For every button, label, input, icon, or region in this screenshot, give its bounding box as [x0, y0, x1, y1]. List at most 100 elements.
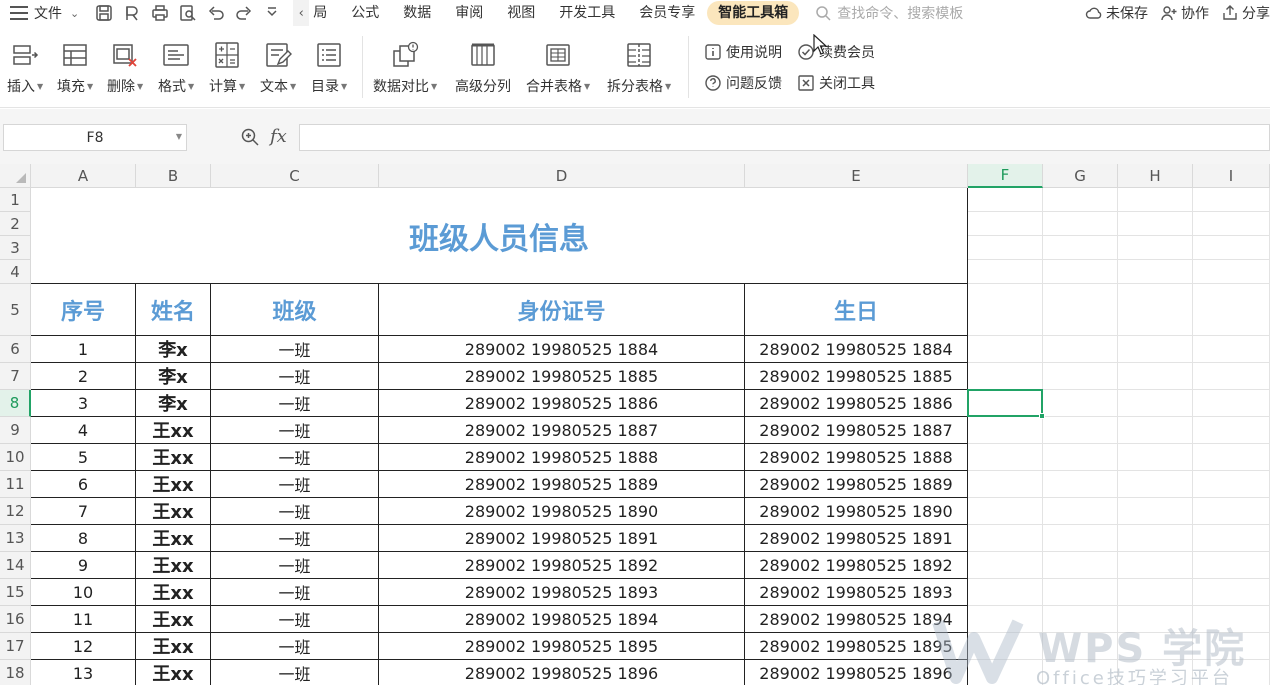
data-cell[interactable]: 12 [31, 633, 136, 660]
data-cell[interactable]: 289002 19980525 1889 [745, 471, 968, 498]
data-cell[interactable]: 李x [136, 336, 211, 363]
data-cell[interactable]: 289002 19980525 1890 [379, 498, 745, 525]
feedback-button[interactable]: 问题反馈 [704, 73, 782, 93]
fill-button[interactable]: 填充 ▼ [57, 40, 93, 96]
tab-developer[interactable]: 开发工具 [547, 1, 627, 25]
row-header-10[interactable]: 10 [0, 444, 31, 471]
data-cell[interactable]: 一班 [211, 633, 379, 660]
data-cell[interactable]: 289002 19980525 1886 [379, 390, 745, 417]
column-header-a[interactable]: A [31, 164, 136, 188]
data-cell[interactable]: 5 [31, 444, 136, 471]
row-header-5[interactable]: 5 [0, 284, 31, 336]
data-cell[interactable]: 8 [31, 525, 136, 552]
data-cell[interactable]: 1 [31, 336, 136, 363]
header-cell[interactable]: 姓名 [136, 284, 211, 336]
row-header-6[interactable]: 6 [0, 336, 31, 363]
row-header-4[interactable]: 4 [0, 260, 31, 284]
data-cell[interactable]: 3 [31, 390, 136, 417]
data-cell[interactable]: 289002 19980525 1896 [379, 660, 745, 685]
insert-button[interactable]: 插入 ▼ [7, 40, 43, 96]
data-cell[interactable]: 王xx [136, 606, 211, 633]
delete-button[interactable]: 删除 ▼ [107, 40, 143, 96]
row-header-9[interactable]: 9 [0, 417, 31, 444]
data-cell[interactable]: 6 [31, 471, 136, 498]
data-cell[interactable]: 289002 19980525 1892 [745, 552, 968, 579]
data-cell[interactable]: 王xx [136, 498, 211, 525]
data-cell[interactable]: 李x [136, 390, 211, 417]
row-header-11[interactable]: 11 [0, 471, 31, 498]
header-cell[interactable]: 身份证号 [379, 284, 745, 336]
data-cell[interactable]: 4 [31, 417, 136, 444]
tab-review[interactable]: 审阅 [443, 1, 495, 25]
data-cell[interactable]: 289002 19980525 1895 [745, 633, 968, 660]
column-header-i[interactable]: I [1193, 164, 1270, 188]
row-header-18[interactable]: 18 [0, 660, 31, 685]
data-cell[interactable]: 10 [31, 579, 136, 606]
data-cell[interactable]: 9 [31, 552, 136, 579]
tab-formulas[interactable]: 公式 [339, 1, 391, 25]
data-cell[interactable]: 一班 [211, 525, 379, 552]
active-cell-selection[interactable] [967, 389, 1045, 419]
data-cell[interactable]: 289002 19980525 1890 [745, 498, 968, 525]
merge-table-button[interactable]: 合并表格 ▼ [526, 40, 590, 96]
data-cell[interactable]: 289002 19980525 1894 [379, 606, 745, 633]
column-header-c[interactable]: C [211, 164, 379, 188]
data-cell[interactable]: 一班 [211, 579, 379, 606]
data-cell[interactable]: 289002 19980525 1896 [745, 660, 968, 685]
unsaved-button[interactable]: 未保存 [1085, 3, 1148, 23]
data-cell[interactable]: 289002 19980525 1889 [379, 471, 745, 498]
column-header-d[interactable]: D [379, 164, 745, 188]
data-cell[interactable]: 289002 19980525 1885 [745, 363, 968, 390]
column-header-f[interactable]: F [968, 164, 1043, 188]
data-cell[interactable]: 289002 19980525 1888 [745, 444, 968, 471]
renew-member-button[interactable]: 续费会员 [797, 42, 875, 62]
calculate-button[interactable]: 计算 ▼ [209, 40, 245, 96]
data-cell[interactable]: 一班 [211, 444, 379, 471]
data-cell[interactable]: 289002 19980525 1886 [745, 390, 968, 417]
print-icon[interactable] [149, 2, 171, 24]
redo-icon[interactable] [233, 2, 255, 24]
data-compare-button[interactable]: 数据对比 ▼ [373, 40, 437, 96]
fill-handle[interactable] [1039, 413, 1045, 419]
row-header-14[interactable]: 14 [0, 552, 31, 579]
data-cell[interactable]: 李x [136, 363, 211, 390]
share-button[interactable]: 分享 [1221, 3, 1270, 23]
customize-dropdown-icon[interactable] [261, 2, 283, 24]
data-cell[interactable]: 王xx [136, 471, 211, 498]
data-cell[interactable]: 289002 19980525 1884 [379, 336, 745, 363]
format-button[interactable]: 格式 ▼ [158, 40, 194, 96]
data-cell[interactable]: 王xx [136, 525, 211, 552]
data-cell[interactable]: 289002 19980525 1892 [379, 552, 745, 579]
advanced-split-button[interactable]: 高级分列 [455, 40, 511, 96]
data-cell[interactable]: 一班 [211, 606, 379, 633]
formula-input[interactable] [299, 124, 1270, 151]
data-cell[interactable]: 289002 19980525 1887 [745, 417, 968, 444]
data-cell[interactable]: 289002 19980525 1887 [379, 417, 745, 444]
split-table-button[interactable]: 拆分表格 ▼ [607, 40, 671, 96]
row-header-16[interactable]: 16 [0, 606, 31, 633]
header-cell[interactable]: 班级 [211, 284, 379, 336]
row-header-13[interactable]: 13 [0, 525, 31, 552]
data-cell[interactable]: 7 [31, 498, 136, 525]
data-cell[interactable]: 289002 19980525 1895 [379, 633, 745, 660]
column-header-b[interactable]: B [136, 164, 211, 188]
undo-icon[interactable] [205, 2, 227, 24]
row-header-7[interactable]: 7 [0, 363, 31, 390]
column-header-g[interactable]: G [1043, 164, 1118, 188]
data-cell[interactable]: 289002 19980525 1884 [745, 336, 968, 363]
data-cell[interactable]: 一班 [211, 660, 379, 685]
help-button[interactable]: 使用说明 [704, 42, 782, 62]
data-cell[interactable]: 一班 [211, 417, 379, 444]
row-header-8[interactable]: 8 [0, 390, 31, 417]
data-cell[interactable]: 289002 19980525 1894 [745, 606, 968, 633]
select-all-corner[interactable] [0, 164, 31, 188]
data-cell[interactable]: 289002 19980525 1891 [379, 525, 745, 552]
column-header-h[interactable]: H [1118, 164, 1193, 188]
text-button[interactable]: 文本 ▼ [260, 40, 296, 96]
data-cell[interactable]: 一班 [211, 390, 379, 417]
command-search[interactable]: 查找命令、搜索模板 [815, 3, 963, 23]
tab-member[interactable]: 会员专享 [627, 1, 707, 25]
data-cell[interactable]: 一班 [211, 552, 379, 579]
data-cell[interactable]: 289002 19980525 1891 [745, 525, 968, 552]
export-icon[interactable] [121, 2, 143, 24]
